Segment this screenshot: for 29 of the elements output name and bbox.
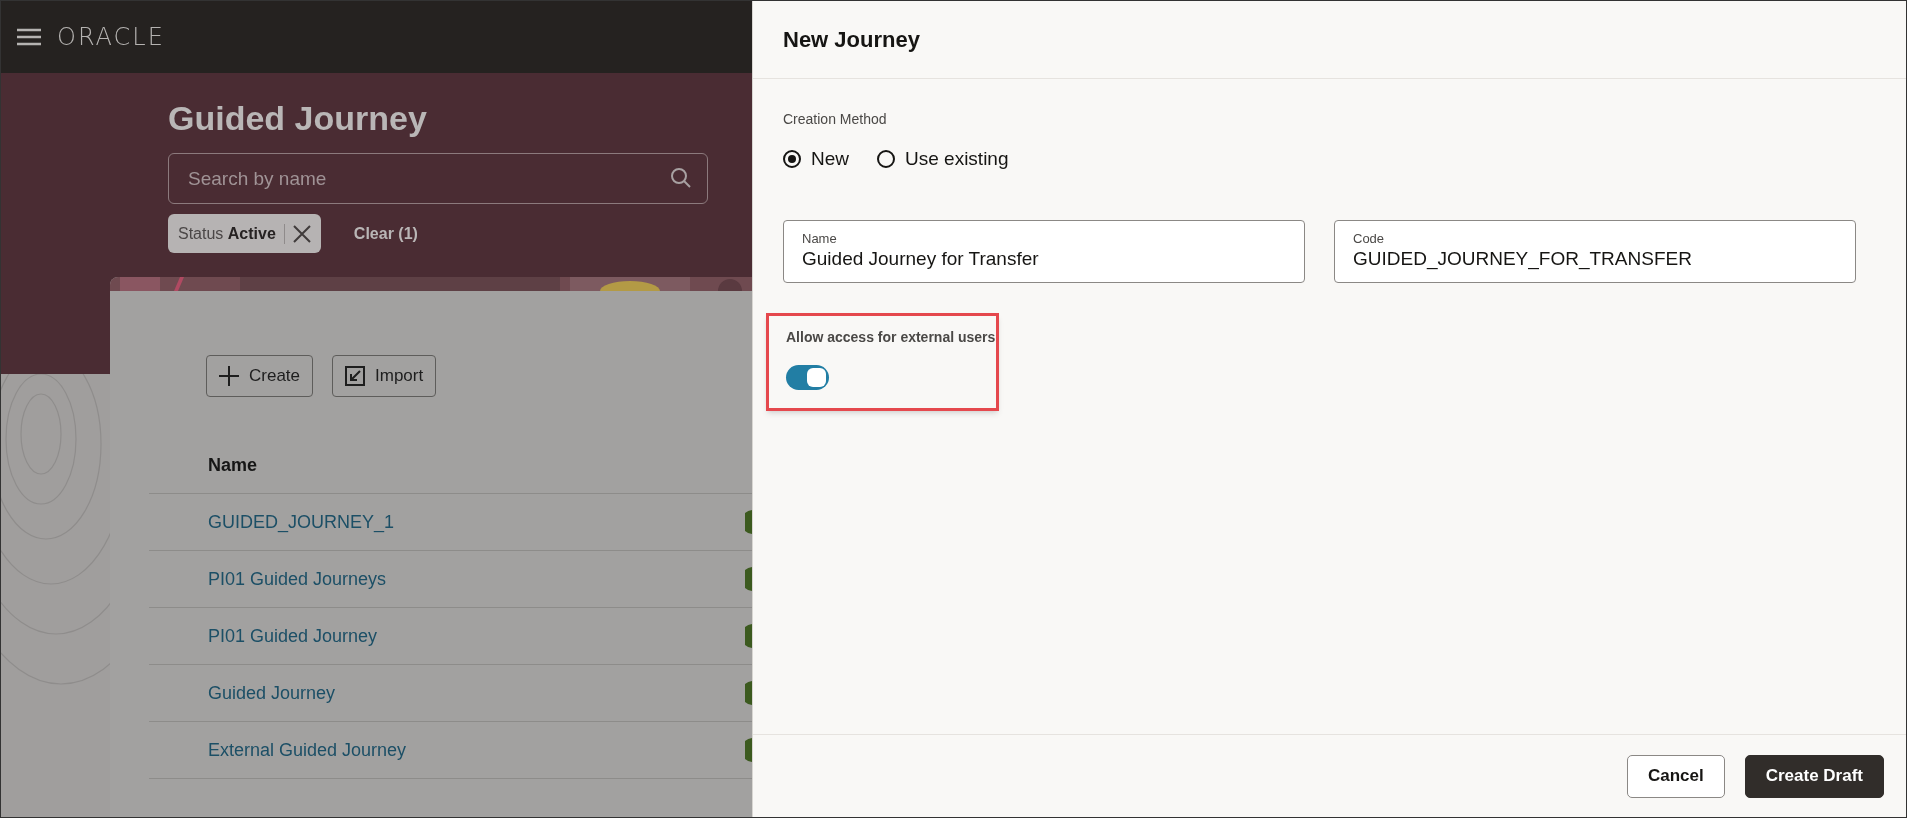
menu-icon[interactable] — [17, 28, 41, 46]
filter-chip-label: Status Active — [178, 223, 276, 244]
journey-link[interactable]: Guided Journey — [208, 679, 336, 707]
cancel-button[interactable]: Cancel — [1626, 754, 1725, 798]
toggle-switch[interactable] — [786, 364, 829, 390]
search-field[interactable]: Search by name — [168, 153, 708, 204]
journey-link[interactable]: PI01 Guided Journeys — [208, 565, 387, 593]
toggle-label: Allow access for external users — [786, 327, 996, 347]
filter-chip[interactable]: Status Active — [168, 214, 321, 253]
plus-icon — [219, 366, 239, 386]
create-button[interactable]: Create — [206, 355, 314, 397]
text-field[interactable]: Name Guided Journey for Transfer — [783, 219, 1305, 283]
journey-link[interactable]: PI01 Guided Journey — [208, 622, 378, 650]
oracle-logo: ORACLE — [57, 22, 165, 53]
search-icon[interactable] — [670, 167, 692, 189]
import-icon — [345, 366, 366, 386]
text-field[interactable]: Code GUIDED_JOURNEY_FOR_TRANSFER — [1334, 219, 1856, 283]
journey-link[interactable]: External Guided Journey — [208, 736, 407, 764]
journey-link[interactable]: GUIDED_JOURNEY_1 — [208, 508, 395, 536]
import-button[interactable]: Import — [332, 355, 437, 397]
page-title: Guided Journey — [168, 98, 427, 139]
radio-option[interactable]: Use existing — [877, 145, 1009, 174]
close-icon[interactable] — [292, 224, 311, 243]
dialog-title: New Journey — [783, 26, 920, 54]
clear-filter-link[interactable]: Clear (1) — [353, 221, 418, 246]
create-draft-button[interactable]: Create Draft — [1744, 754, 1884, 798]
column-header: Name — [208, 453, 258, 477]
field-label: Creation Method — [783, 110, 887, 129]
radio-option[interactable]: New — [783, 145, 849, 174]
